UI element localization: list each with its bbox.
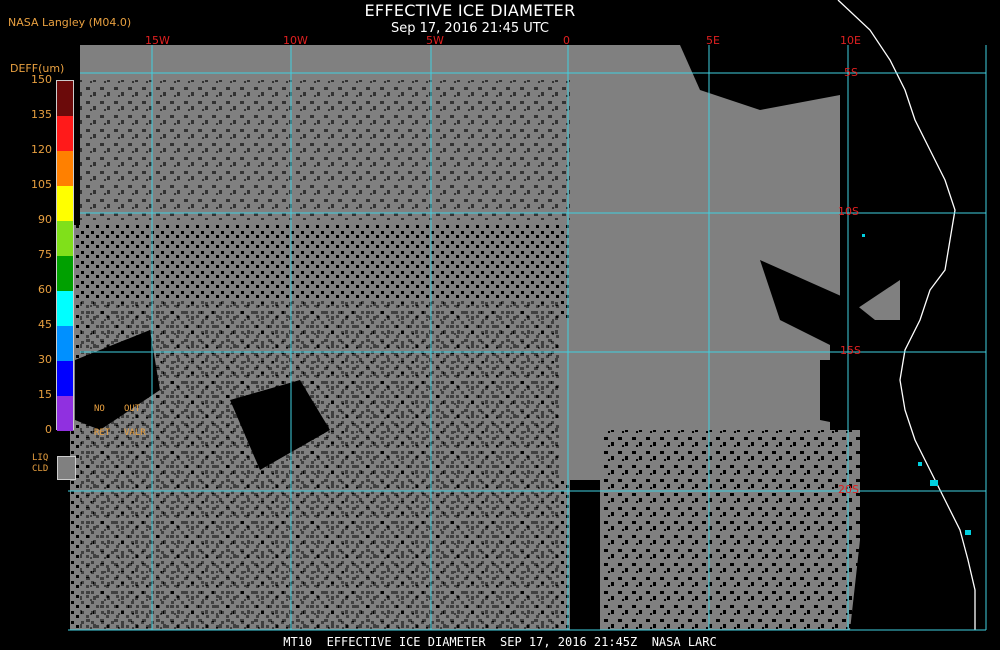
cld-label: CLD <box>32 464 49 474</box>
satellite-map <box>68 0 1000 631</box>
colorbar-segment <box>57 396 73 431</box>
out-label: OUT <box>124 404 141 414</box>
lon-label: 10E <box>840 34 861 47</box>
colorbar-tick: 150 <box>31 73 52 86</box>
colorbar-tick: 45 <box>38 318 52 331</box>
lon-label: 5E <box>706 34 720 47</box>
colorbar-tick: 60 <box>38 283 52 296</box>
colorbar-segment <box>57 81 73 116</box>
colorbar-segment <box>57 221 73 256</box>
liq-label: LIQ <box>32 453 49 463</box>
colorbar-tick: 105 <box>31 178 52 191</box>
colorbar-segment <box>57 151 73 186</box>
lat-label: 10S <box>838 205 859 218</box>
lon-label: 10W <box>283 34 308 47</box>
colorbar-tick: 75 <box>38 248 52 261</box>
lat-label: 20S <box>838 483 859 496</box>
valr-label: VALR <box>124 428 146 438</box>
colorbar-tick: 15 <box>38 388 52 401</box>
lon-label: 15W <box>145 34 170 47</box>
cloud-field <box>70 0 1000 630</box>
colorbar-tick: 135 <box>31 108 52 121</box>
lon-label: 0 <box>563 34 570 47</box>
colorbar <box>56 80 74 431</box>
colorbar-segment <box>57 291 73 326</box>
colorbar-tick: 90 <box>38 213 52 226</box>
no-label: NO <box>94 404 105 414</box>
colorbar-segment <box>57 116 73 151</box>
map-subtitle: Sep 17, 2016 21:45 UTC <box>390 21 550 36</box>
colorbar-segment <box>57 186 73 221</box>
colorbar-tick: 0 <box>45 423 52 436</box>
lat-label: 5S <box>844 66 858 79</box>
liquid-cloud-swatch <box>57 456 76 480</box>
colorbar-segment <box>57 361 73 396</box>
ret-label: RET <box>94 428 111 438</box>
lat-label: 15S <box>840 344 861 357</box>
lon-label: 5W <box>426 34 444 47</box>
colorbar-segment <box>57 256 73 291</box>
colorbar-tick: 30 <box>38 353 52 366</box>
map-title: EFFECTIVE ICE DIAMETER <box>364 1 576 20</box>
colorbar-tick: 120 <box>31 143 52 156</box>
footer-caption: MT10 EFFECTIVE ICE DIAMETER SEP 17, 2016… <box>283 635 717 649</box>
colorbar-segment <box>57 326 73 361</box>
